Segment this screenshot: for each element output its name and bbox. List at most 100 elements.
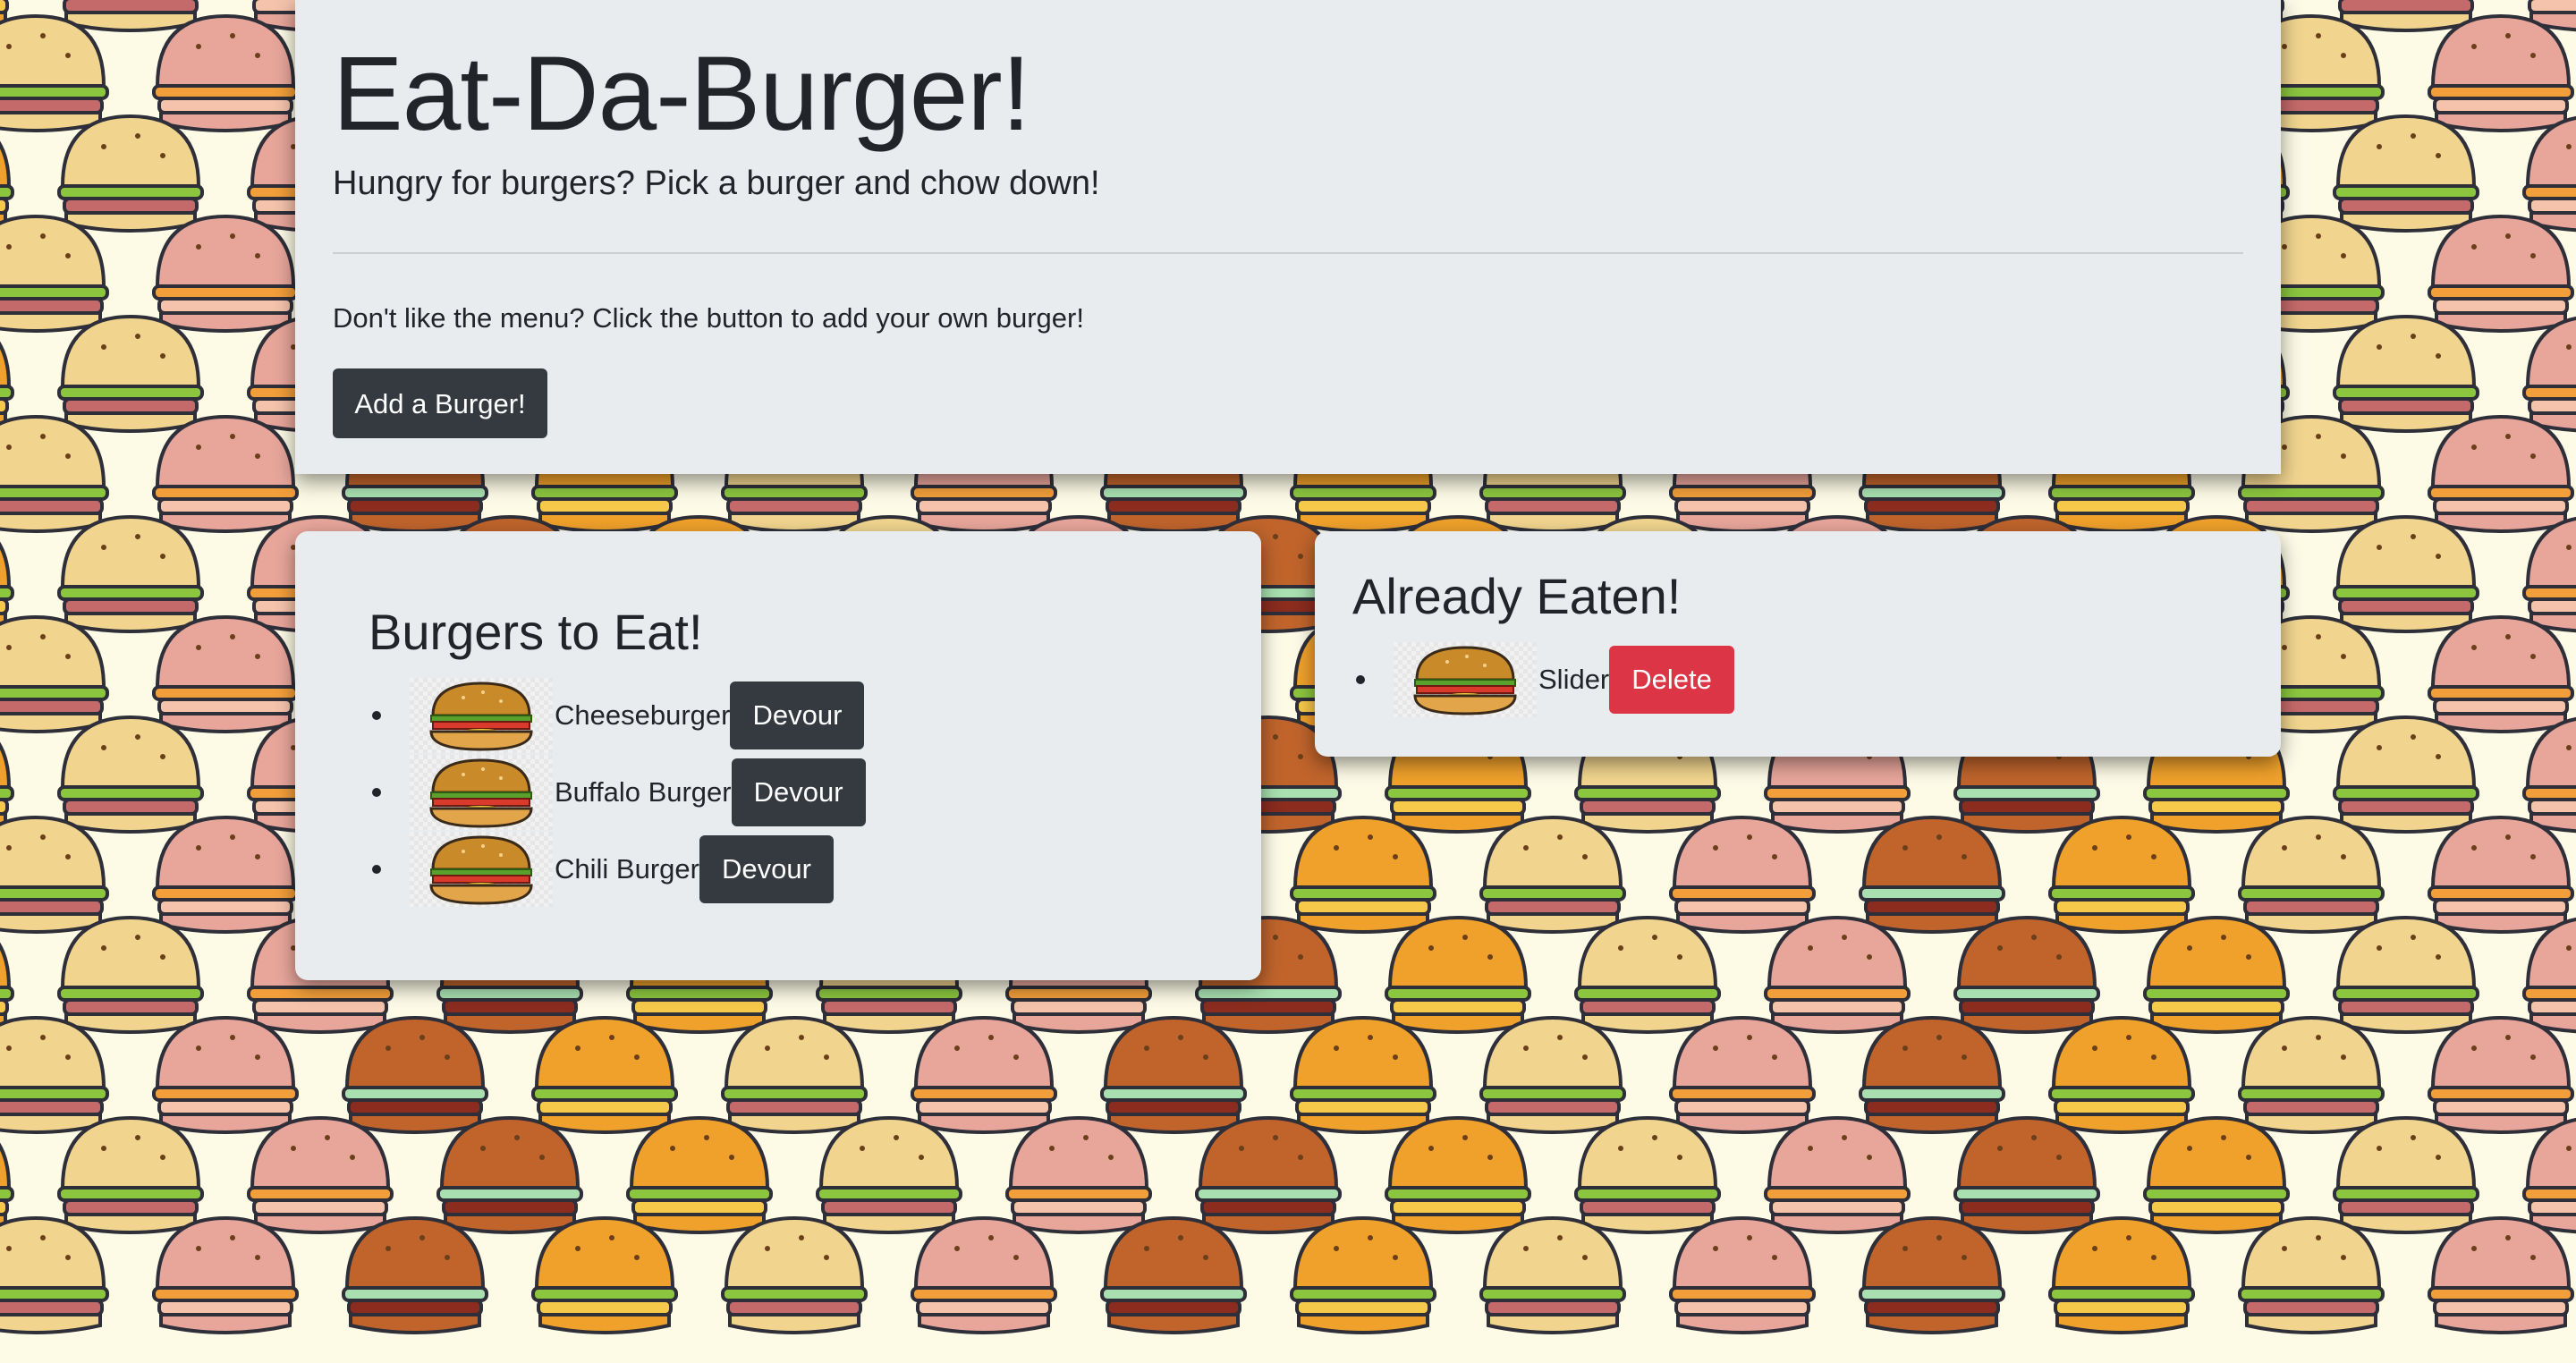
- pattern-burger: [2238, 1215, 2385, 1334]
- pattern-burger: [2428, 815, 2574, 934]
- already-eaten-title: Already Eaten!: [1352, 568, 1682, 624]
- pattern-burger: [2333, 514, 2479, 633]
- burger-icon: [410, 678, 553, 753]
- pattern-burger: [57, 314, 204, 433]
- pattern-burger: [1385, 915, 1531, 1034]
- pattern-burger: [721, 1015, 868, 1134]
- pattern-burger: [1764, 915, 1911, 1034]
- pattern-burger: [1479, 1215, 1626, 1334]
- pattern-burger: [2428, 1215, 2574, 1334]
- pattern-burger: [2333, 314, 2479, 433]
- pattern-burger: [152, 13, 299, 132]
- pattern-burger: [152, 815, 299, 934]
- burger-name: Buffalo Burger: [555, 776, 732, 808]
- pattern-burger: [152, 1215, 299, 1334]
- devour-button[interactable]: Devour: [731, 758, 866, 826]
- pattern-burger: [2238, 1015, 2385, 1134]
- pattern-burger: [721, 1215, 868, 1334]
- pattern-burger: [816, 1115, 962, 1234]
- divider: [333, 252, 2243, 254]
- bullet: [372, 788, 381, 797]
- pattern-burger: [1859, 1215, 2005, 1334]
- pattern-burger: [1290, 1215, 1436, 1334]
- page-title: Eat-Da-Burger!: [333, 35, 1031, 153]
- pattern-burger: [57, 915, 204, 1034]
- pattern-burger: [2522, 316, 2576, 433]
- pattern-burger: [0, 13, 109, 132]
- pattern-burger: [436, 1115, 583, 1234]
- pattern-burger: [57, 1115, 204, 1234]
- bullet: [372, 711, 381, 720]
- pattern-burger: [1005, 1115, 1152, 1234]
- pattern-burger: [0, 943, 14, 1029]
- pattern-burger: [2333, 715, 2479, 834]
- pattern-burger: [2522, 1117, 2576, 1234]
- pattern-burger: [2048, 815, 2195, 934]
- pattern-burger: [2522, 115, 2576, 233]
- pattern-burger: [247, 1115, 394, 1234]
- pattern-burger: [57, 715, 204, 834]
- pattern-burger: [1100, 1015, 1247, 1134]
- pattern-burger: [1669, 815, 1816, 934]
- list-item: Buffalo Burger Devour: [372, 755, 866, 830]
- pattern-burger: [152, 1015, 299, 1134]
- pattern-burger: [1574, 1115, 1721, 1234]
- burger-name: Chili Burger: [555, 853, 699, 885]
- bullet: [1356, 675, 1365, 684]
- pattern-burger: [2143, 1115, 2290, 1234]
- pattern-burger: [1669, 1215, 1816, 1334]
- pattern-burger: [1859, 1015, 2005, 1134]
- burger-icon: [410, 832, 553, 907]
- pattern-burger: [1764, 1115, 1911, 1234]
- pattern-burger: [0, 815, 109, 934]
- pattern-burger: [2333, 915, 2479, 1034]
- pattern-burger: [2428, 614, 2574, 733]
- burger-icon: [410, 755, 553, 830]
- pattern-burger: [1574, 915, 1721, 1034]
- pattern-burger: [911, 1215, 1057, 1334]
- pattern-burger: [342, 1015, 488, 1134]
- add-burger-prompt: Don't like the menu? Click the button to…: [333, 302, 1084, 334]
- pattern-burger: [2428, 414, 2574, 533]
- pattern-burger: [2143, 915, 2290, 1034]
- pattern-burger: [531, 1215, 678, 1334]
- pattern-burger: [2522, 716, 2576, 834]
- pattern-burger: [0, 214, 109, 333]
- pattern-burger: [1195, 1115, 1342, 1234]
- pattern-burger: [911, 1015, 1057, 1134]
- devour-button[interactable]: Devour: [699, 835, 834, 903]
- pattern-burger: [1479, 1015, 1626, 1134]
- burger-name: Slider: [1538, 664, 1610, 695]
- page-subtitle: Hungry for burgers? Pick a burger and ch…: [333, 165, 1100, 202]
- pattern-burger: [1479, 815, 1626, 934]
- pattern-burger: [2333, 114, 2479, 233]
- pattern-burger: [0, 1143, 14, 1229]
- list-item: Chili Burger Devour: [372, 832, 834, 907]
- burgers-to-eat-panel: Burgers to Eat! Cheeseburger Devour Buff…: [295, 531, 1261, 980]
- pattern-burger: [152, 414, 299, 533]
- devour-button[interactable]: Devour: [730, 682, 865, 749]
- pattern-burger: [2428, 214, 2574, 333]
- add-burger-button[interactable]: Add a Burger!: [333, 368, 547, 438]
- pattern-burger: [1859, 815, 2005, 934]
- bullet: [372, 865, 381, 874]
- pattern-burger: [1953, 915, 2100, 1034]
- already-eaten-panel: Already Eaten! Slider Delete: [1315, 531, 2281, 757]
- delete-button[interactable]: Delete: [1609, 646, 1734, 714]
- pattern-burger: [152, 614, 299, 733]
- pattern-burger: [2048, 1215, 2195, 1334]
- pattern-burger: [1290, 815, 1436, 934]
- pattern-burger: [2048, 1015, 2195, 1134]
- pattern-burger: [0, 614, 109, 733]
- pattern-burger: [0, 742, 14, 828]
- pattern-burger: [626, 1115, 773, 1234]
- list-item: Slider Delete: [1356, 642, 1734, 717]
- pattern-burger: [1953, 1115, 2100, 1234]
- pattern-burger: [2428, 1015, 2574, 1134]
- header-jumbotron: Eat-Da-Burger! Hungry for burgers? Pick …: [295, 0, 2281, 474]
- pattern-burger: [57, 114, 204, 233]
- pattern-burger: [2522, 917, 2576, 1034]
- pattern-burger: [0, 1015, 109, 1134]
- pattern-burger: [2522, 516, 2576, 633]
- pattern-burger: [1100, 1215, 1247, 1334]
